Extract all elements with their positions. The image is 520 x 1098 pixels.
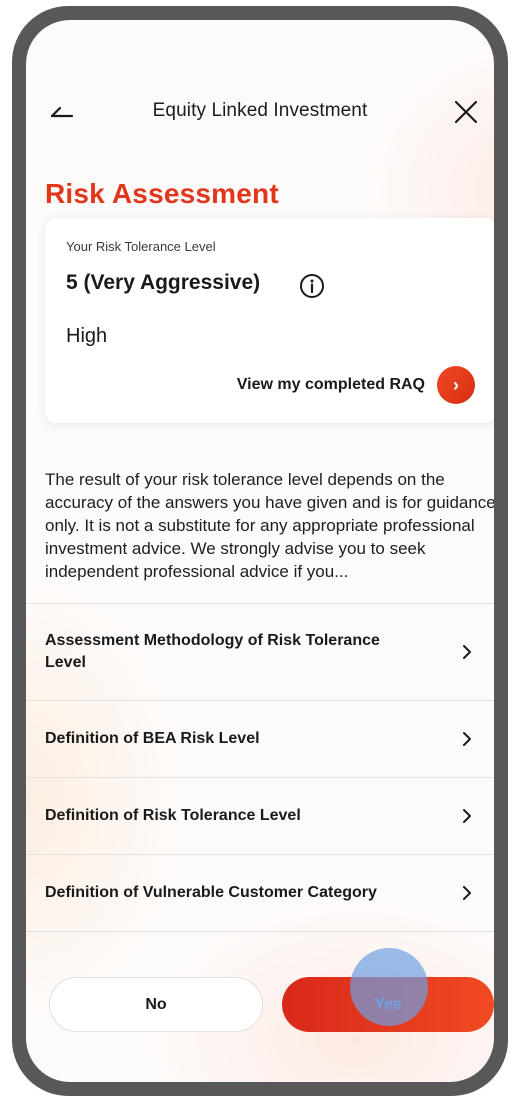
list-item-label: Assessment Methodology of Risk Tolerance… (45, 632, 380, 671)
info-button[interactable] (299, 273, 325, 299)
risk-tolerance-card: Your Risk Tolerance Level 5 (Very Aggres… (45, 218, 494, 423)
risk-level-text: High (66, 325, 108, 347)
page-title: Risk Assessment (45, 178, 279, 209)
list-item-vulnerable-customer-category[interactable]: Definition of Vulnerable Customer Catego… (26, 854, 494, 932)
risk-tolerance-level: 5 (Very Aggressive) (66, 271, 261, 294)
device-frame: Equity Linked Investment Risk Assessment… (12, 6, 508, 1096)
list-item-label: Definition of Vulnerable Customer Catego… (45, 884, 377, 901)
view-raq-link[interactable]: View my completed RAQ › (237, 366, 475, 404)
list-item-risk-tolerance-level[interactable]: Definition of Risk Tolerance Level (26, 777, 494, 854)
yes-button[interactable]: Yes (282, 977, 494, 1032)
chevron-right-icon (463, 809, 471, 823)
no-button[interactable]: No (49, 977, 263, 1032)
arrow-right-icon: › (437, 366, 475, 404)
list-item-bea-risk-level[interactable]: Definition of BEA Risk Level (26, 700, 494, 777)
disclaimer-text: The result of your risk tolerance level … (45, 470, 494, 581)
view-raq-label: View my completed RAQ (236, 376, 425, 393)
close-button[interactable] (446, 94, 486, 130)
list-item-assessment-methodology[interactable]: Assessment Methodology of Risk Tolerance… (26, 603, 494, 700)
list-item-label: Definition of Risk Tolerance Level (45, 807, 301, 824)
definitions-list: Assessment Methodology of Risk Tolerance… (26, 603, 494, 932)
header-title: Equity Linked Investment (152, 100, 368, 121)
info-icon (300, 274, 324, 298)
app-screen: Equity Linked Investment Risk Assessment… (26, 20, 494, 1082)
top-bar: Equity Linked Investment (26, 90, 494, 134)
risk-tolerance-label: Your Risk Tolerance Level (66, 239, 216, 254)
close-icon (454, 100, 478, 124)
chevron-right-icon (463, 645, 471, 659)
chevron-right-icon (463, 732, 471, 746)
list-item-label: Definition of BEA Risk Level (45, 730, 260, 747)
chevron-right-icon (463, 886, 471, 900)
